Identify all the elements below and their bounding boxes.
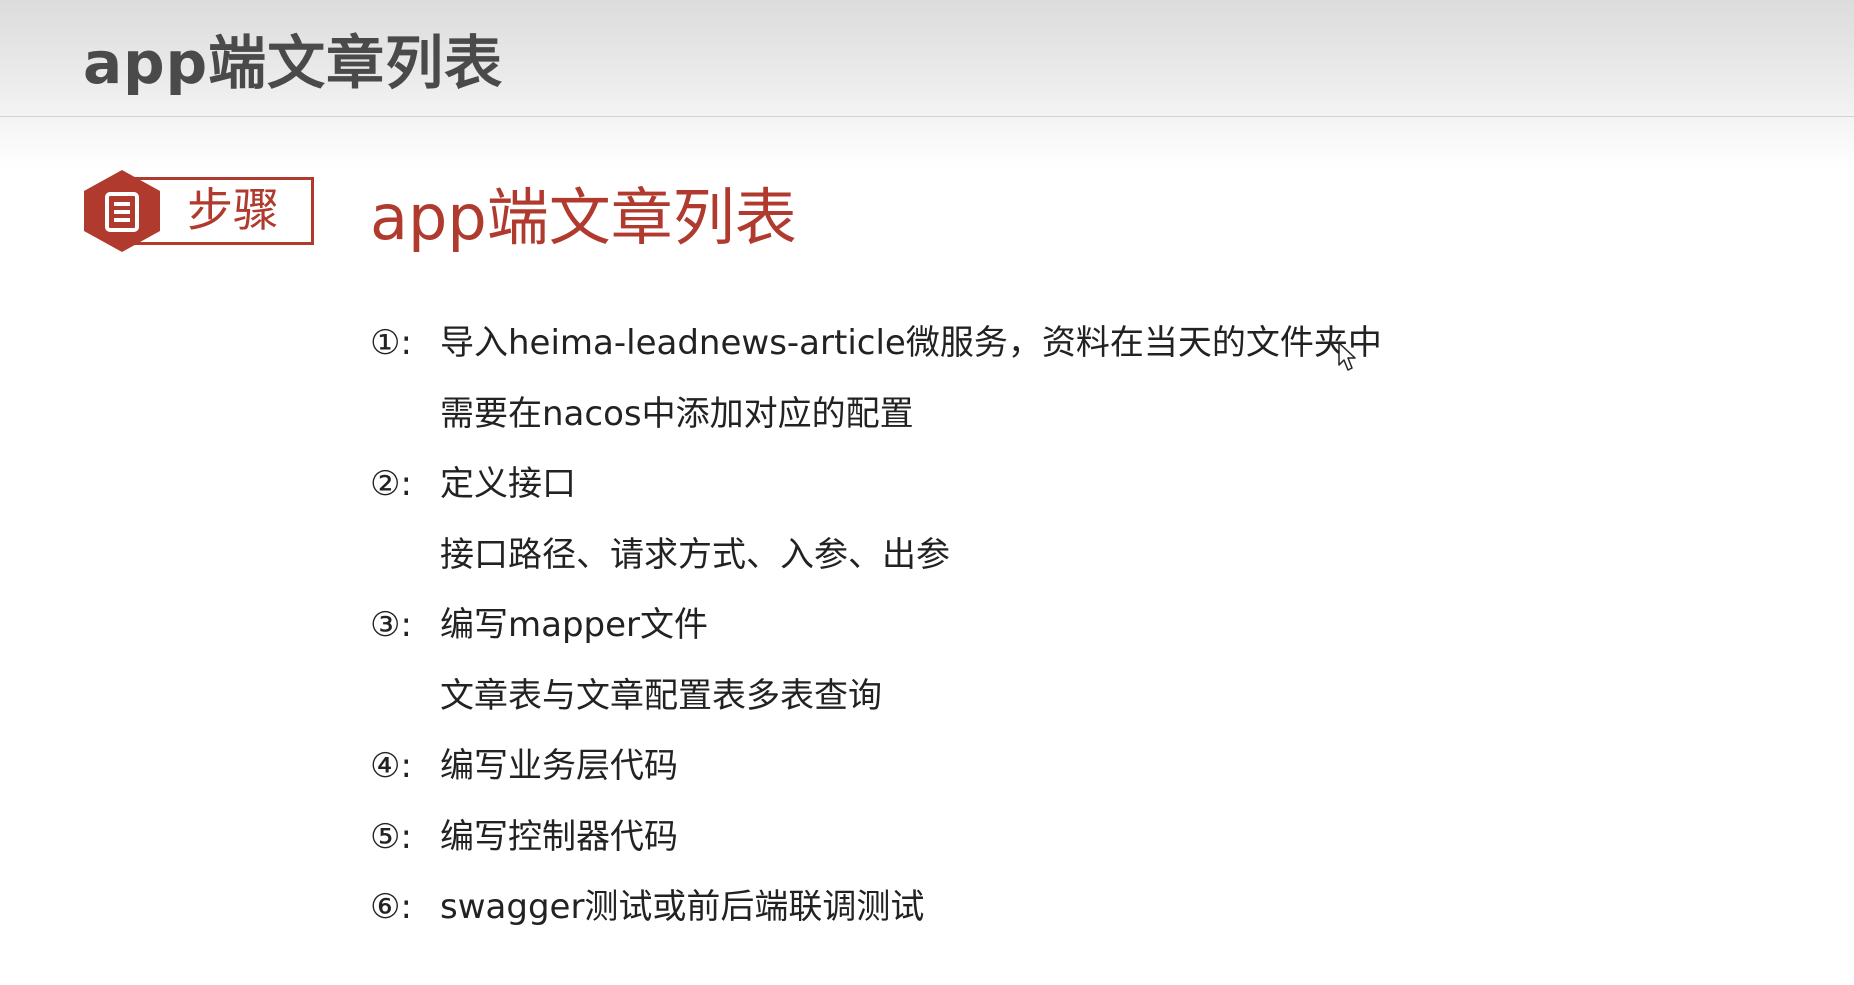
step-number: ③: [370, 605, 412, 645]
step-text: 导入heima-leadnews-article微服务，资料在当天的文件夹中 [440, 323, 1382, 363]
step-row: 需要在nacos中添加对应的配置 [370, 379, 1670, 450]
step-text: swagger测试或前后端联调测试 [440, 887, 925, 927]
step-number: ②: [370, 464, 412, 504]
document-icon [84, 170, 160, 252]
step-text: 编写控制器代码 [440, 816, 678, 857]
step-row: ②: 定义接口 [370, 449, 1670, 520]
step-number: ⑥: [370, 887, 412, 927]
step-text: 文章表与文章配置表多表查询 [440, 675, 882, 716]
slide: app端文章列表 步骤 app端文章列表 ①: 导入heima-leadnews… [0, 0, 1854, 985]
step-row: ⑤: 编写控制器代码 [370, 802, 1670, 873]
header-divider [0, 116, 1854, 117]
step-row: ④: 编写业务层代码 [370, 731, 1670, 802]
step-number: ⑤: [370, 816, 412, 857]
page-title: app端文章列表 [83, 29, 504, 97]
steps-badge: 步骤 [82, 168, 318, 254]
step-row: ①: 导入heima-leadnews-article微服务，资料在当天的文件夹… [370, 308, 1670, 379]
step-row: ⑥: swagger测试或前后端联调测试 [370, 872, 1670, 943]
step-row: 接口路径、请求方式、入参、出参 [370, 520, 1670, 591]
step-row: ③: 编写mapper文件 [370, 590, 1670, 661]
step-number: ④: [370, 746, 412, 786]
mouse-pointer-icon [1338, 342, 1356, 371]
step-text: 需要在nacos中添加对应的配置 [440, 393, 914, 434]
steps-list: ①: 导入heima-leadnews-article微服务，资料在当天的文件夹… [370, 308, 1670, 943]
step-text: 编写mapper文件 [440, 605, 709, 645]
step-text: 定义接口 [440, 464, 576, 504]
badge-label: 步骤 [187, 183, 279, 237]
step-row: 文章表与文章配置表多表查询 [370, 661, 1670, 732]
step-text: 接口路径、请求方式、入参、出参 [440, 534, 950, 575]
step-number: ①: [370, 323, 412, 363]
section-title: app端文章列表 [370, 181, 797, 254]
step-text: 编写业务层代码 [440, 746, 678, 786]
